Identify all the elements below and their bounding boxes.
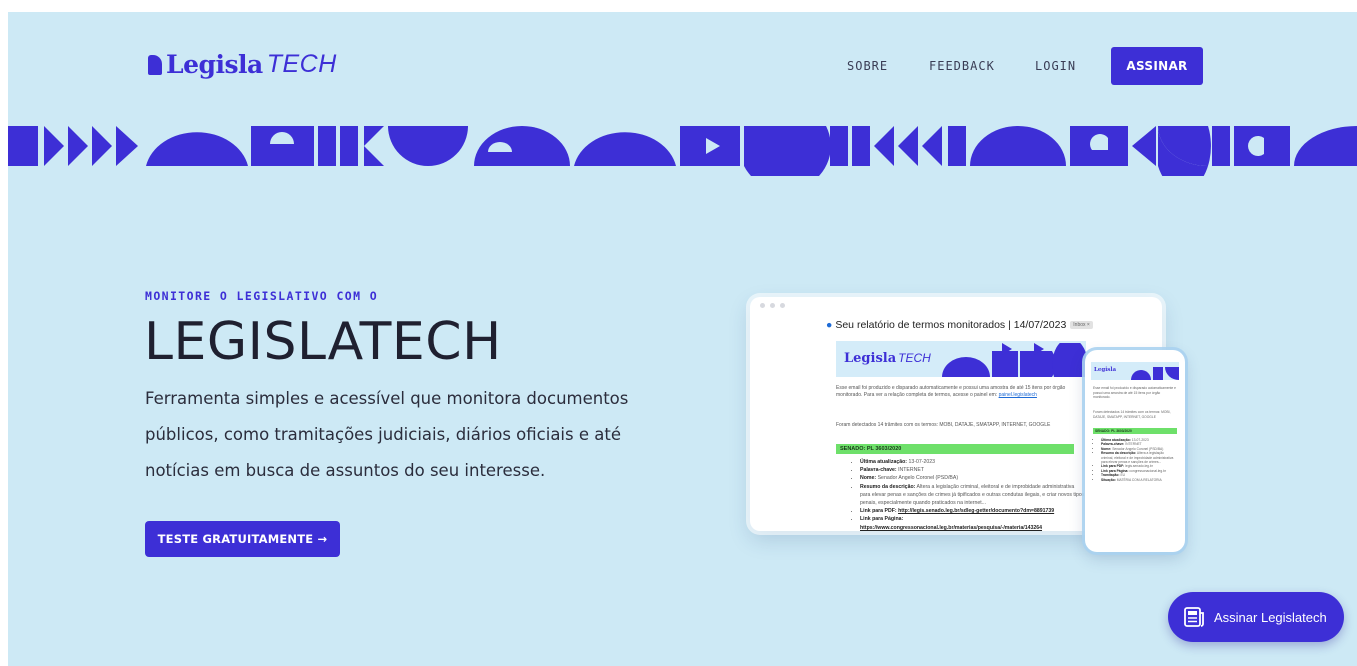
- newspaper-icon: [1184, 607, 1204, 627]
- email-intro-link[interactable]: painel.legislatech: [999, 392, 1037, 398]
- nav-link-feedback[interactable]: FEEDBACK: [929, 59, 995, 73]
- phone-preview: Legisla Esse email foi produzido e dispa…: [1085, 350, 1185, 552]
- floating-subscribe-label: Assinar Legislatech: [1214, 609, 1327, 625]
- phone-banner: Legisla: [1091, 362, 1179, 380]
- list-item: Link para PDF: http://legis.senado.leg.b…: [860, 507, 1086, 515]
- email-intro: Esse email foi produzido e disparado aut…: [836, 385, 1066, 398]
- free-trial-button[interactable]: TESTE GRATUITAMENTE →: [145, 521, 340, 557]
- list-item: Palavra-chave: INTERNET: [860, 466, 1086, 474]
- decorative-pattern-band: [8, 126, 1357, 176]
- hero-kicker: MONITORE O LEGISLATIVO COM O: [145, 289, 379, 303]
- list-item: Resumo da descrição: Altera a legislação…: [860, 483, 1086, 508]
- list-item: Última atualização: 13-07-2023: [860, 458, 1086, 466]
- window-dots-icon: [760, 303, 785, 308]
- email-section-header: SENADO: PL 3603/2020: [836, 444, 1074, 454]
- hero-description: Ferramenta simples e acessível que monit…: [145, 389, 629, 480]
- email-item-list: Última atualização: 13-07-2023 Palavra-c…: [854, 458, 1086, 531]
- email-subject: ● Seu relatório de termos monitorados | 1…: [826, 319, 1093, 331]
- phone-item-list: Última atualização: 13-07-2023 Palavra-c…: [1097, 438, 1177, 482]
- banner-pattern: [942, 343, 1086, 377]
- list-item: Link para Página: https://www.congresson…: [860, 515, 1086, 531]
- hero-section: Legisla TECH SOBRE FEEDBACK LOGIN ASSINA…: [8, 12, 1357, 666]
- phone-banner-pattern: [1131, 367, 1179, 380]
- list-item: Nome: Senador Angelo Coronel (PSD/BA): [860, 474, 1086, 482]
- hero-title: LEGISLATECH: [144, 312, 502, 372]
- phone-section-header: SENADO: PL 3603/2020: [1093, 428, 1177, 434]
- email-banner: Legisla TECH: [836, 341, 1086, 377]
- phone-banner-logo: Legisla: [1094, 367, 1117, 373]
- phone-summary: Foram detectados 14 trâmites com os term…: [1093, 410, 1171, 419]
- page: Legisla TECH SOBRE FEEDBACK LOGIN ASSINA…: [0, 0, 1357, 666]
- floating-subscribe-button[interactable]: Assinar Legislatech: [1168, 592, 1344, 642]
- list-item: Resumo da descrição: Altera a legislação…: [1101, 451, 1177, 464]
- pin-icon: ●: [826, 319, 833, 331]
- nav-link-login[interactable]: LOGIN: [1035, 59, 1076, 73]
- main-nav: SOBRE FEEDBACK LOGIN ASSINAR: [8, 47, 1357, 85]
- list-item: Situação: MATÉRIA COM A RELATORIA: [1101, 478, 1177, 482]
- email-summary: Foram detectados 14 trâmites com os term…: [836, 422, 1051, 428]
- phone-intro: Esse email foi produzido e disparado aut…: [1093, 386, 1177, 400]
- email-banner-logo: Legisla TECH: [844, 351, 931, 366]
- assinar-button[interactable]: ASSINAR: [1111, 47, 1203, 85]
- inbox-tag: Inbox ×: [1070, 321, 1093, 330]
- nav-link-sobre[interactable]: SOBRE: [847, 59, 888, 73]
